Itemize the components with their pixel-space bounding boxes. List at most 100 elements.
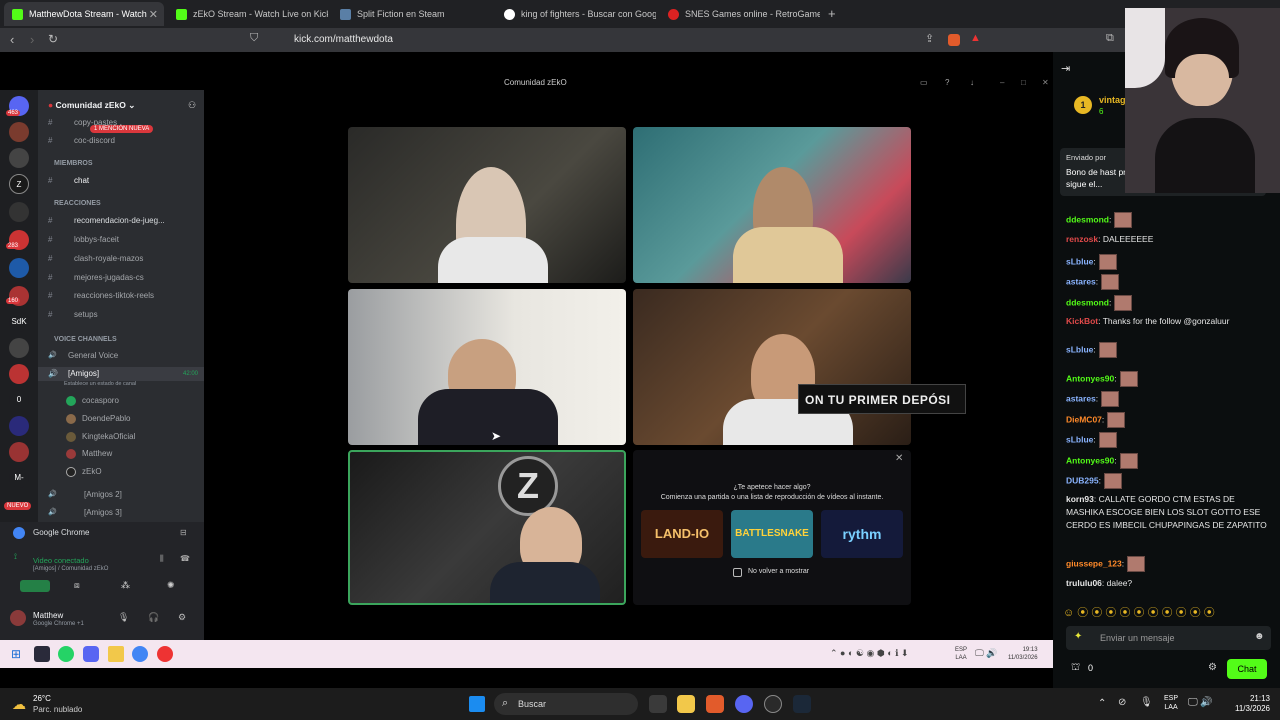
chat-username[interactable]: ddesmond [1066, 297, 1109, 307]
noise-icon[interactable]: ⫼ [160, 554, 164, 564]
chat-username[interactable]: ddesmond [1066, 214, 1109, 224]
language-indicator[interactable]: ESP LAA [955, 646, 967, 662]
server-icon[interactable] [9, 202, 29, 222]
voice-member[interactable]: cocasporo [38, 394, 204, 408]
server-icon[interactable]: Z [9, 174, 29, 194]
network-icon[interactable]: ⊘ [1118, 697, 1126, 708]
chat-message[interactable]: giussepe_123: [1066, 556, 1271, 572]
chat-message[interactable]: sLblue: [1066, 342, 1271, 358]
emote-icon[interactable] [1101, 391, 1120, 407]
mic-icon[interactable]: 🎙 [118, 612, 129, 623]
stream-icon[interactable]: ⊟ [180, 528, 187, 537]
avatar[interactable] [10, 610, 26, 626]
chat-message[interactable]: renzosk: DALEEEEEE [1066, 233, 1271, 246]
chat-username[interactable]: astares [1066, 276, 1096, 286]
chat-message[interactable]: DUB295: [1066, 473, 1271, 489]
language-indicator[interactable]: ESP LAA [1164, 694, 1178, 712]
chat-message[interactable]: ddesmond: [1066, 212, 1271, 228]
server-icon[interactable] [9, 442, 29, 462]
brave-icon[interactable] [706, 695, 724, 713]
chat-username[interactable]: sLblue [1066, 434, 1093, 444]
chat-message[interactable]: KickBot: Thanks for the follow @gonzaluu… [1066, 315, 1271, 328]
forward-icon[interactable]: › [30, 32, 34, 47]
chat-message[interactable]: trululu06: dalee? [1066, 577, 1271, 590]
back-icon[interactable]: ‹ [10, 32, 14, 47]
inbox-icon[interactable]: ▭ [920, 78, 928, 87]
chat-username[interactable]: KickBot [1066, 316, 1098, 326]
reload-icon[interactable]: ↻ [48, 32, 58, 46]
channel-coc-discord[interactable]: # coc-discord [38, 134, 204, 148]
headphones-icon[interactable]: 🎧 [148, 612, 159, 623]
discord-icon[interactable] [83, 646, 99, 662]
emote-icon[interactable] [1127, 556, 1146, 572]
game-card[interactable]: BATTLESNAKE [731, 510, 813, 558]
points-icon[interactable]: ⛫ [1071, 662, 1080, 675]
chat-message[interactable]: korn93: CALLATE GORDO CTM ESTAS DE MASHI… [1066, 493, 1271, 532]
app-icon[interactable] [764, 695, 782, 713]
emote-icon[interactable] [1107, 412, 1126, 428]
emote-icon[interactable] [1119, 453, 1138, 469]
emote-icon[interactable] [1101, 274, 1120, 290]
new-tab-button[interactable]: + [828, 6, 836, 21]
game-card[interactable]: rythm [821, 510, 903, 558]
chat-username[interactable]: giussepe_123 [1066, 558, 1122, 568]
channel-reacciones-tiktok[interactable]: # reacciones-tiktok-reels [38, 289, 204, 303]
chat-message[interactable]: DieMC07: [1066, 412, 1271, 428]
clock[interactable]: 19:13 11/03/2026 [1008, 646, 1038, 662]
weather-icon[interactable]: ☁ [12, 696, 26, 713]
address-bar[interactable]: kick.com/matthewdota [272, 31, 1000, 49]
browser-tab-zeko[interactable]: zEkO Stream - Watch Live on Kick [168, 2, 328, 26]
category-miembros[interactable]: MIEMBROS [54, 160, 93, 167]
browser-tab-google[interactable]: king of fighters - Buscar con Google [496, 2, 656, 26]
chat-username[interactable]: DieMC07 [1066, 414, 1102, 424]
chat-username[interactable]: renzosk [1066, 234, 1098, 244]
voice-amigos-3[interactable]: 🔊 [Amigos 3] [38, 506, 204, 520]
emote-icon[interactable] [1098, 254, 1117, 270]
voice-amigos[interactable]: 🔊 [Amigos] 42:00 [38, 367, 204, 381]
close-icon[interactable]: ✕ [1042, 78, 1049, 87]
server-icon[interactable]: SdK [9, 312, 29, 332]
chat-username[interactable]: Antonyes90 [1066, 455, 1114, 465]
channel-mejores-jugadas[interactable]: # mejores-jugadas-cs [38, 271, 204, 285]
soundboard-icon[interactable]: ✺ [167, 580, 175, 591]
task-view-icon[interactable] [649, 695, 667, 713]
share-icon[interactable]: ⇪ [925, 32, 934, 45]
whatsapp-icon[interactable] [58, 646, 74, 662]
help-icon[interactable]: ? [945, 78, 949, 87]
game-card[interactable]: LAND-IO [641, 510, 723, 558]
emote-icon[interactable] [1119, 371, 1138, 387]
start-button[interactable] [469, 696, 485, 712]
chat-message[interactable]: Antonyes90: [1066, 453, 1271, 469]
search-box[interactable]: ⌕ Buscar [494, 693, 638, 715]
mention-pill[interactable]: 1 MENCIÓN NUEVA [90, 125, 154, 133]
category-voice[interactable]: VOICE CHANNELS [54, 336, 117, 343]
chat-message[interactable]: sLblue: [1066, 432, 1271, 448]
clock[interactable]: 21:13 11/3/2026 [1230, 694, 1270, 714]
file-explorer-icon[interactable] [677, 695, 695, 713]
voice-amigos-2[interactable]: 🔊 [Amigos 2] [38, 488, 204, 502]
volume-icon[interactable]: 🖵 🔊 [975, 648, 997, 659]
discord-icon[interactable] [735, 695, 753, 713]
voice-member[interactable]: Matthew [38, 447, 204, 461]
chat-username[interactable]: astares [1066, 393, 1096, 403]
camera-button[interactable] [20, 580, 50, 592]
extensions-icon[interactable]: ⧉ [1106, 32, 1114, 45]
server-icon[interactable]: 0 [9, 390, 29, 410]
server-icon[interactable] [9, 148, 29, 168]
chat-username[interactable]: korn93 [1066, 494, 1094, 504]
chat-settings-icon[interactable]: ⚙ [1208, 662, 1217, 673]
collapse-chat-icon[interactable]: ⇥ [1061, 62, 1070, 75]
chat-message[interactable]: ddesmond: [1066, 295, 1271, 311]
channel-setups[interactable]: # setups [38, 308, 204, 322]
add-member-icon[interactable]: ⚇ [188, 100, 196, 111]
volume-icon[interactable]: 🖵 🔊 [1188, 697, 1213, 708]
emoji-icon[interactable]: ☻ [1254, 631, 1265, 642]
category-reacciones[interactable]: REACCIONES [54, 200, 101, 207]
app-icon[interactable] [157, 646, 173, 662]
bookmark-icon[interactable]: ⛉ [250, 32, 258, 45]
emote-icon[interactable] [1114, 212, 1133, 228]
video-tile-speaking[interactable]: Z [348, 450, 626, 605]
video-tile[interactable] [348, 289, 626, 445]
voice-member[interactable]: KingtekaOficial [38, 430, 204, 444]
chrome-icon[interactable] [132, 646, 148, 662]
